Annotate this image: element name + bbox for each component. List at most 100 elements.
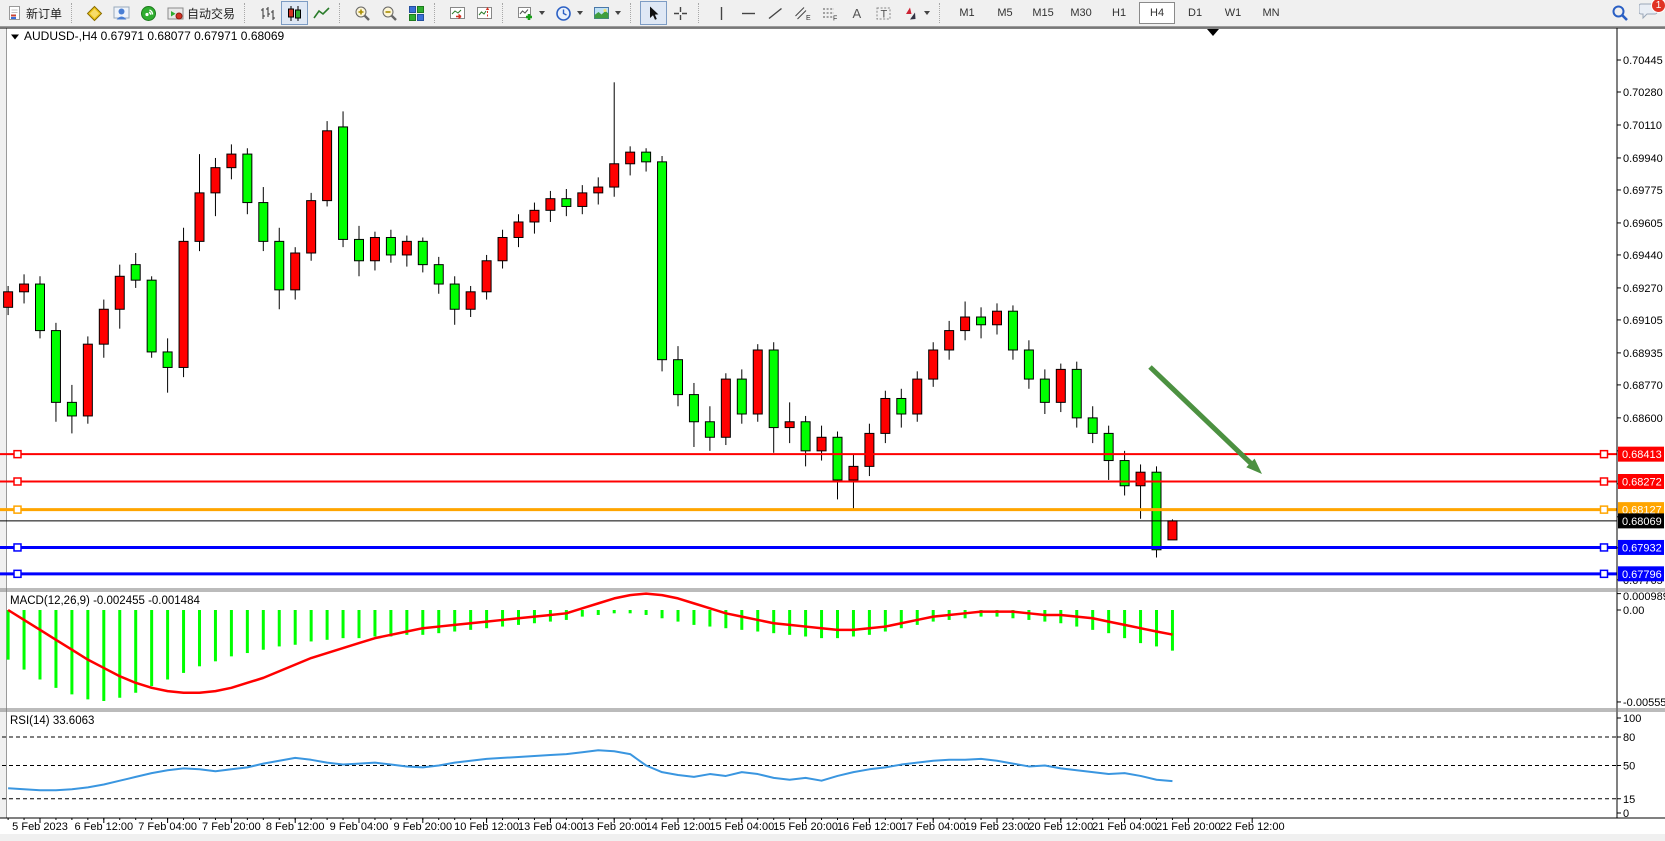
line-handle[interactable] [14,570,21,577]
timeframe-m1[interactable]: M1 [949,2,985,24]
toolbar-separator [244,3,251,23]
line-chart-button[interactable] [308,1,335,25]
timeframe-m30[interactable]: M30 [1063,2,1099,24]
crosshair-button[interactable] [667,1,694,25]
price-tick-label: 0.69105 [1623,315,1663,327]
price-tick-label: 0.69940 [1623,153,1663,165]
time-axis-label: 19 Feb 23:00 [965,821,1030,833]
rsi-tick-label: 50 [1623,761,1635,773]
zoom-in-button[interactable] [349,1,376,25]
price-line-label-0.67796: 0.67796 [1618,566,1664,581]
periods-icon [555,5,572,22]
horizontal-line-button[interactable] [735,1,762,25]
time-axis-label: 14 Feb 12:00 [646,821,711,833]
signals-button[interactable] [135,1,162,25]
line-handle[interactable] [14,544,21,551]
price-tick-label: 0.70110 [1623,120,1662,132]
periods-button[interactable] [550,1,588,25]
arrows-button[interactable] [897,1,935,25]
text-label-icon: T [875,5,892,22]
auto-scroll-icon [449,5,466,22]
macd-tick-label: -0.005554 [1623,697,1665,709]
new-order-button[interactable]: 新订单 [2,1,67,25]
fibonacci-button[interactable]: F [816,1,843,25]
svg-text:0.67932: 0.67932 [1622,542,1662,554]
chart-canvas[interactable]: 0.704450.702800.701100.699400.697750.696… [0,0,1665,841]
chart-title: AUDUSD-,H4 0.67971 0.68077 0.67971 0.680… [24,29,285,43]
chart-shift-button[interactable] [471,1,498,25]
toolbar-separator [698,3,705,23]
rsi-tick-label: 0 [1623,808,1629,820]
macd-tick-label: 0.00 [1623,605,1644,617]
indicators-button[interactable] [512,1,550,25]
timeframe-h1[interactable]: H1 [1101,2,1137,24]
market-watch-button[interactable] [81,1,108,25]
main-toolbar: 新订单 自动交易 [0,0,1665,27]
timeframe-m5[interactable]: M5 [987,2,1023,24]
time-axis-label: 7 Feb 04:00 [138,821,197,833]
line-handle[interactable] [14,478,21,485]
profile-button[interactable] [108,1,135,25]
auto-trading-button[interactable]: 自动交易 [162,1,240,25]
zoom-out-button[interactable] [376,1,403,25]
line-handle[interactable] [14,451,21,458]
price-tick-label: 0.69270 [1623,283,1663,295]
svg-text:0.68069: 0.68069 [1622,516,1662,528]
dropdown-caret [539,11,545,15]
time-axis-label: 15 Feb 04:00 [709,821,774,833]
candlestick-chart-button[interactable] [281,1,308,25]
arrows-icon [902,5,919,22]
chat-button[interactable]: 1 [1639,2,1659,25]
auto-scroll-button[interactable] [444,1,471,25]
tile-windows-button[interactable] [403,1,430,25]
bar-chart-icon [259,5,276,22]
search-icon[interactable] [1611,4,1629,22]
new-order-icon [7,5,23,21]
crosshair-icon [672,5,689,22]
price-tick-label: 0.68935 [1623,348,1663,360]
line-handle[interactable] [14,506,21,513]
line-handle[interactable] [1601,451,1608,458]
price-tick-label: 0.69440 [1623,250,1663,262]
toolbar-right-group: 1 [1611,2,1659,25]
timeframe-h4[interactable]: H4 [1139,2,1175,24]
trendline-icon [767,5,784,22]
timeframe-mn[interactable]: MN [1253,2,1289,24]
cursor-button[interactable] [640,1,667,25]
time-axis-label: 21 Feb 04:00 [1092,821,1157,833]
templates-button[interactable] [588,1,626,25]
rsi-label: RSI(14) 33.6063 [10,715,94,727]
timeframe-m15[interactable]: M15 [1025,2,1061,24]
svg-text:F: F [833,15,837,22]
line-handle[interactable] [1601,478,1608,485]
time-axis-label: 20 Feb 12:00 [1028,821,1093,833]
timeframe-d1[interactable]: D1 [1177,2,1213,24]
rsi-tick-label: 100 [1623,713,1641,725]
profile-icon [113,5,130,22]
time-axis-label: 7 Feb 20:00 [202,821,261,833]
time-axis-label: 16 Feb 12:00 [837,821,902,833]
dropdown-caret [577,11,583,15]
price-tick-label: 0.70445 [1623,55,1663,67]
bar-chart-button[interactable] [254,1,281,25]
macd-label: MACD(12,26,9) -0.002455 -0.001484 [10,595,200,607]
toolbar-separator [630,3,637,23]
equidistant-channel-button[interactable]: E [789,1,816,25]
trendline-button[interactable] [762,1,789,25]
rsi-tick-label: 15 [1623,794,1635,806]
text-button[interactable]: A [843,1,870,25]
auto-trading-icon [167,5,184,22]
metatrader-window: 新订单 自动交易 [0,0,1665,841]
price-tick-label: 0.69775 [1623,185,1663,197]
timeframe-group: M1M5M15M30H1H4D1W1MN [949,2,1289,24]
svg-text:0.68272: 0.68272 [1622,477,1662,489]
line-handle[interactable] [1601,570,1608,577]
timeframe-w1[interactable]: W1 [1215,2,1251,24]
line-handle[interactable] [1601,544,1608,551]
svg-text:0.68413: 0.68413 [1622,449,1662,461]
toolbar-separator [939,3,946,23]
vertical-line-icon [713,5,730,22]
vertical-line-button[interactable] [708,1,735,25]
text-label-button[interactable]: T [870,1,897,25]
line-handle[interactable] [1601,506,1608,513]
